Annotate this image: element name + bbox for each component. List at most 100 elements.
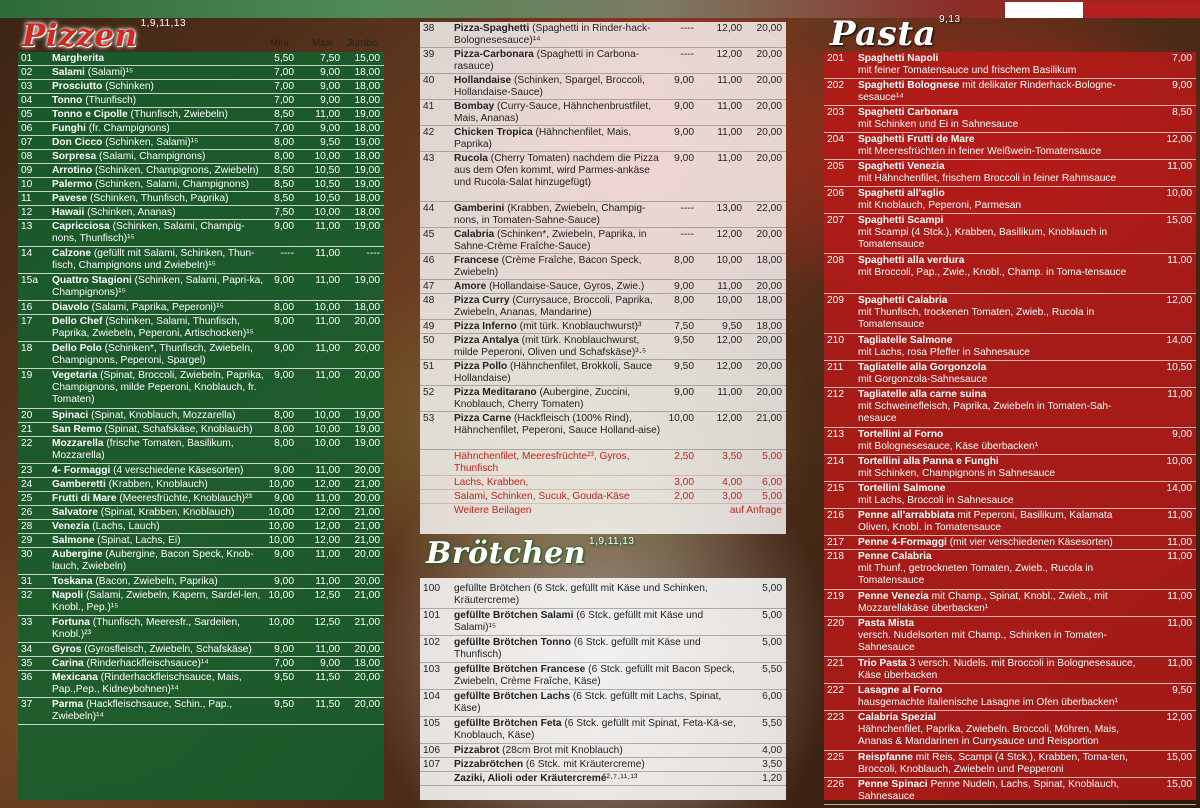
item-desc: (Spinat, Lachs, Ei) — [94, 535, 181, 546]
item-description: Mexicana (Rinderhackfleischsauce, Mais, … — [52, 672, 268, 696]
price-jumbo: 20,00 — [756, 281, 783, 292]
extra-desc: Hähnchenfilet, Meeresfrüchte²³, Gyros, T… — [454, 451, 630, 474]
item-name: gefüllte Brötchen Francese — [454, 664, 586, 675]
price-jumbo: 21,00 — [354, 521, 381, 532]
menu-row: 46 Francese (Crème Fraîche, Bacon Speck, … — [420, 254, 786, 280]
menu-row: 31 Toskana (Bacon, Zwiebeln, Paprika) 9,00… — [18, 575, 384, 589]
menu-row: 52 Pizza Meditarano (Aubergine, Zuccini, … — [420, 386, 786, 412]
item-name: Dello Chef — [52, 316, 103, 327]
item-description: gefüllte Brötchen Salami (6 Stck. gefüll… — [454, 610, 736, 634]
menu-row: 101 gefüllte Brötchen Salami (6 Stck. gef… — [420, 609, 786, 636]
item-desc: (Gyrosfleisch, Zwiebeln, Schafskäse) — [81, 644, 252, 655]
price-jumbo: 20,00 — [354, 672, 381, 683]
price-jumbo: 19,00 — [354, 424, 381, 435]
item-description: Pizza Inferno (mit türk. Knoblauchwurst)… — [454, 321, 662, 333]
menu-row: 05 Tonno e Cipolle (Thunfisch, Zwiebeln) 8… — [18, 108, 384, 122]
item-number: 223 — [827, 712, 844, 723]
item-name: Spinaci — [52, 410, 89, 421]
item-price: 5,50 — [762, 664, 782, 675]
item-description: Toskana (Bacon, Zwiebeln, Paprika) — [52, 576, 268, 588]
price-maxi: 11,50 — [315, 672, 340, 683]
menu-row: 40 Hollandaise (Schinken, Spargel, Brocco… — [420, 74, 786, 100]
price-jumbo: 18,00 — [756, 255, 783, 266]
price-mini: 8,00 — [274, 137, 294, 148]
item-number: 15a — [21, 275, 38, 286]
item-description: Salami (Salami)¹⁵ — [52, 67, 268, 79]
item-desc: (mit vier verschiedenen Käsesorten) — [946, 537, 1113, 548]
item-description: Fortuna (Thunfisch, Meeresfr., Sardeilen… — [52, 617, 268, 641]
item-price: 11,00 — [1167, 161, 1192, 172]
item-name: Spaghetti alla verdura — [858, 255, 965, 266]
item-name: Napoli — [52, 590, 84, 601]
menu-row: 29 Salmone (Spinat, Lachs, Ei) 10,00 12,00 2… — [18, 534, 384, 548]
item-number: 18 — [21, 343, 33, 354]
item-desc: gefüllte Brötchen (6 Stck. gefüllt mit K… — [454, 583, 708, 606]
item-name: Pizza Antalya — [454, 335, 519, 346]
item-number: 38 — [423, 23, 435, 34]
item-price: 14,00 — [1166, 483, 1193, 494]
item-desc: (Spinat, Knoblauch, Mozzarella) — [88, 410, 236, 421]
price-mini: 8,00 — [274, 438, 294, 449]
item-description: Pizza Carne (Hackfleisch (100% Rind), Hä… — [454, 413, 662, 437]
price-mini: 9,50 — [274, 672, 294, 683]
item-number: 12 — [21, 207, 33, 218]
item-description: Prosciutto (Schinken) — [52, 81, 268, 93]
menu-row: 14 Calzone (gefüllt mit Salami, Schinken,… — [18, 247, 384, 274]
price-jumbo: 20,00 — [354, 343, 381, 354]
item-name: Tortellini al Forno — [858, 429, 944, 440]
item-price: 15,00 — [1166, 779, 1193, 790]
item-desc: (Schinken, Salami)¹⁵ — [102, 137, 199, 148]
item-price: 5,50 — [762, 718, 782, 729]
item-name: Zaziki, Alioli oder Kräutercremé — [454, 773, 607, 784]
item-number: 02 — [21, 67, 33, 78]
item-name: Penne Venezia — [858, 591, 929, 602]
item-name: Palermo — [52, 179, 93, 190]
item-number: 19 — [21, 370, 33, 381]
extra-row: Lachs, Krabben, 3,00 4,00 6,00 — [420, 476, 786, 490]
item-number: 06 — [21, 123, 33, 134]
item-name: Calabria Spezial — [858, 712, 937, 723]
item-desc: mit Gorgonzola-Sahnesauce — [858, 374, 988, 385]
item-desc: (Salami, Paprika, Peperoni)¹⁵ — [88, 302, 224, 313]
item-description: 4- Formaggi (4 verschiedene Käsesorten) — [52, 465, 268, 477]
price-mini: 10,00 — [268, 617, 295, 628]
item-desc: (Spinat, Krabben, Knoblauch) — [97, 507, 235, 518]
item-number: 214 — [827, 456, 844, 467]
item-desc: hausgemachte italienische Lasagne im Ofe… — [858, 697, 1118, 708]
price-jumbo: 18,00 — [354, 658, 381, 669]
price-jumbo: 20,00 — [756, 229, 783, 240]
item-description: Reispfanne mit Reis, Scampi (4 Stck.), K… — [858, 752, 1144, 776]
item-desc: versch. Nudelsorten mit Champ., Schinken… — [858, 630, 1107, 653]
pasta-title: Pasta 9,13 — [830, 14, 961, 54]
item-name: Salmone — [52, 535, 95, 546]
menu-row: 15a Quattro Stagioni (Schinken, Salami, P… — [18, 274, 384, 301]
item-name: Pizza Meditarano — [454, 387, 537, 398]
item-name: Mexicana — [52, 672, 98, 683]
item-description: Lasagne al Forno hausgemachte italienisch… — [858, 685, 1144, 709]
menu-row: 23 4- Formaggi (4 verschiedene Käsesorten… — [18, 464, 384, 478]
item-description: Frutti di Mare (Meeresfrüchte, Knoblauch… — [52, 493, 268, 505]
price-maxi: 11,00 — [717, 387, 742, 398]
item-number: 13 — [21, 221, 33, 232]
item-description: Sorpresa (Salami, Champignons) — [52, 151, 268, 163]
item-desc: mit Knoblauch, Peperoni, Parmesan — [858, 200, 1022, 211]
item-name: San Remo — [52, 424, 102, 435]
item-number: 17 — [21, 316, 33, 327]
item-number: 208 — [827, 255, 844, 266]
item-description: Pasta Mista versch. Nudelsorten mit Champ… — [858, 618, 1144, 654]
menu-row: 30 Aubergine (Aubergine, Bacon Speck, Kno… — [18, 548, 384, 575]
price-maxi: 10,00 — [314, 410, 341, 421]
item-name: Amore — [454, 281, 487, 292]
item-desc: (Thunfisch) — [82, 95, 137, 106]
item-price: 8,50 — [1172, 107, 1192, 118]
price-mini: 9,00 — [274, 576, 294, 587]
price-jumbo: 20,00 — [354, 576, 381, 587]
item-description: Rucola (Cherry Tomaten) nachdem die Pizz… — [454, 153, 662, 189]
item-name: Tonno — [52, 95, 83, 106]
item-description: Carina (Rinderhackfleischsauce)¹⁴ — [52, 658, 268, 670]
price-jumbo: ---- — [366, 248, 380, 259]
item-number: 14 — [21, 248, 33, 259]
item-desc: (4 verschiedene Käsesorten) — [110, 465, 244, 476]
price-maxi: 11,00 — [315, 644, 340, 655]
price-jumbo: 20,00 — [354, 644, 381, 655]
